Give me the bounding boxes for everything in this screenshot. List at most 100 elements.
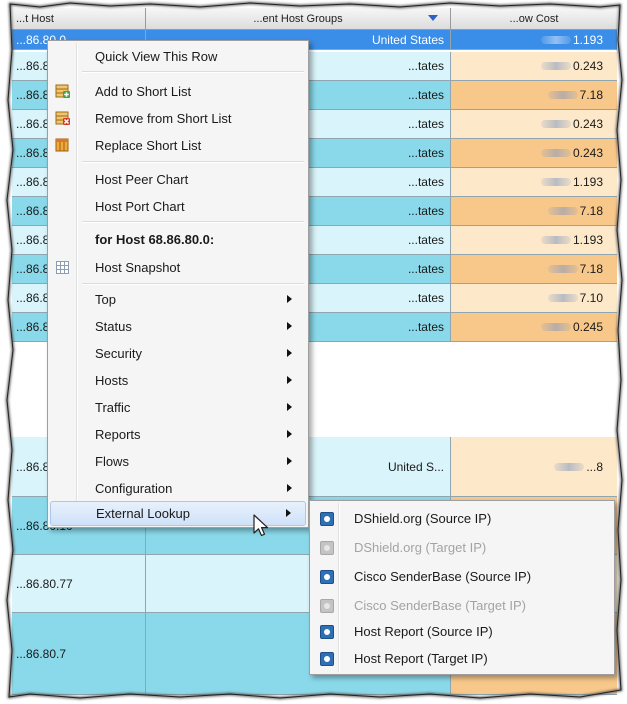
menu-item-label: Status [95,319,132,334]
redacted-value [540,120,571,128]
cell-cost[interactable]: 0.245 [451,313,617,341]
redacted-value [540,236,571,244]
menu-item-label: Replace Short List [95,138,202,153]
cell-cost-value: 7.18 [579,262,603,276]
submenu-arrow-icon [287,376,292,384]
menu-item-security[interactable]: Security [50,341,306,366]
menu-item-label: Reports [95,427,141,442]
cell-cost[interactable]: 7.10 [451,284,617,312]
cell-cost[interactable]: 1.193 [451,226,617,254]
external-lookup-submenu: DShield.org (Source IP) DShield.org (Tar… [309,500,615,675]
grid-header: ...t Host ...ent Host Groups ...ow Cost [12,8,617,30]
menu-heading-label: for Host 68.86.80.0: [95,232,215,247]
cell-cost[interactable]: 7.18 [451,255,617,283]
menu-item-hosts[interactable]: Hosts [50,368,306,393]
menu-separator [82,161,304,163]
column-header-host-groups[interactable]: ...ent Host Groups [146,8,451,30]
cell-cost[interactable]: 7.18 [451,197,617,225]
cell-cost-value: 0.245 [572,320,603,334]
cell-cost[interactable]: 7.18 [451,81,617,109]
submenu-item-label: Cisco SenderBase (Target IP) [354,598,526,613]
cell-host[interactable]: ...86.80.7 [12,613,146,694]
redacted-value [540,62,571,70]
submenu-item-cisco-source[interactable]: Cisco SenderBase (Source IP) [312,562,612,591]
cell-cost-value: 0.243 [572,59,603,73]
menu-item-label: Traffic [95,400,131,415]
menu-item-reports[interactable]: Reports [50,422,306,447]
submenu-arrow-icon [287,322,292,330]
sort-descending-icon [428,15,438,21]
redacted-value [547,207,578,215]
cell-cost-value: 1.193 [572,175,603,189]
submenu-item-host-report-target[interactable]: Host Report (Target IP) [312,644,612,673]
menu-item-label: Hosts [95,373,129,388]
column-header-host[interactable]: ...t Host [12,8,146,30]
menu-item-configuration[interactable]: Configuration [50,476,306,501]
redacted-value [554,462,585,471]
globe-icon [320,570,334,584]
submenu-item-label: DShield.org (Source IP) [354,511,492,526]
redacted-value [547,91,578,99]
context-menu: Quick View This Row Add to Short List Re… [47,40,309,528]
submenu-item-label: DShield.org (Target IP) [354,540,487,555]
menu-item-label: External Lookup [96,506,190,521]
menu-item-replace-short-list[interactable]: Replace Short List [50,133,306,158]
cell-cost-value: 1.193 [572,32,603,47]
cell-cost[interactable]: 1.193 [451,30,617,49]
submenu-arrow-icon [287,349,292,357]
globe-icon [320,512,334,526]
submenu-arrow-icon [286,509,291,517]
globe-icon [320,625,334,639]
menu-item-traffic[interactable]: Traffic [50,395,306,420]
menu-item-host-peer-chart[interactable]: Host Peer Chart [50,167,306,192]
redacted-value [540,149,571,157]
submenu-item-host-report-source[interactable]: Host Report (Source IP) [312,617,612,646]
submenu-item-label: Host Report (Source IP) [354,624,493,639]
cell-cost[interactable]: 0.243 [451,52,617,80]
column-header-cost[interactable]: ...ow Cost [451,8,617,30]
menu-item-label: Remove from Short List [95,111,232,126]
cell-cost[interactable]: 1.193 [451,168,617,196]
remove-list-icon [55,111,70,125]
submenu-item-dshield-source[interactable]: DShield.org (Source IP) [312,504,612,533]
submenu-arrow-icon [287,430,292,438]
menu-item-label: Top [95,292,116,307]
menu-item-label: Host Snapshot [95,260,181,275]
menu-item-host-port-chart[interactable]: Host Port Chart [50,194,306,219]
grid-icon [56,261,69,274]
menu-item-host-snapshot[interactable]: Host Snapshot [50,255,306,280]
menu-item-label: Flows [95,454,129,469]
menu-item-label: Host Port Chart [95,199,185,214]
submenu-arrow-icon [287,403,292,411]
menu-item-add-short-list[interactable]: Add to Short List [50,79,306,104]
submenu-item-label: Host Report (Target IP) [354,651,488,666]
cell-cost-value: 7.10 [579,291,603,305]
menu-separator [82,221,304,223]
cell-cost[interactable]: 0.243 [451,110,617,138]
cell-cost-value: 1.193 [572,233,603,247]
menu-item-quick-view[interactable]: Quick View This Row [50,44,306,69]
cell-cost[interactable]: ...8 [451,437,617,496]
redacted-value [547,265,578,273]
add-list-icon [55,84,70,98]
redacted-value [540,35,571,44]
cell-cost[interactable]: 0.243 [451,139,617,167]
menu-item-status[interactable]: Status [50,314,306,339]
submenu-item-label: Cisco SenderBase (Source IP) [354,569,532,584]
submenu-arrow-icon [287,484,292,492]
submenu-item-dshield-target: DShield.org (Target IP) [312,533,612,562]
menu-item-label: Security [95,346,142,361]
cell-cost-value: 7.18 [579,204,603,218]
redacted-value [540,178,571,186]
menu-item-top[interactable]: Top [50,287,306,312]
cell-cost-value: 0.243 [572,146,603,160]
menu-item-flows[interactable]: Flows [50,449,306,474]
menu-separator [82,71,304,73]
submenu-arrow-icon [287,457,292,465]
menu-item-remove-short-list[interactable]: Remove from Short List [50,106,306,131]
column-header-host-groups-label: ...ent Host Groups [253,13,343,25]
menu-separator [82,283,304,285]
menu-heading-host: for Host 68.86.80.0: [50,227,306,252]
replace-list-icon [55,138,69,152]
cell-host[interactable]: ...86.80.77 [12,555,146,612]
